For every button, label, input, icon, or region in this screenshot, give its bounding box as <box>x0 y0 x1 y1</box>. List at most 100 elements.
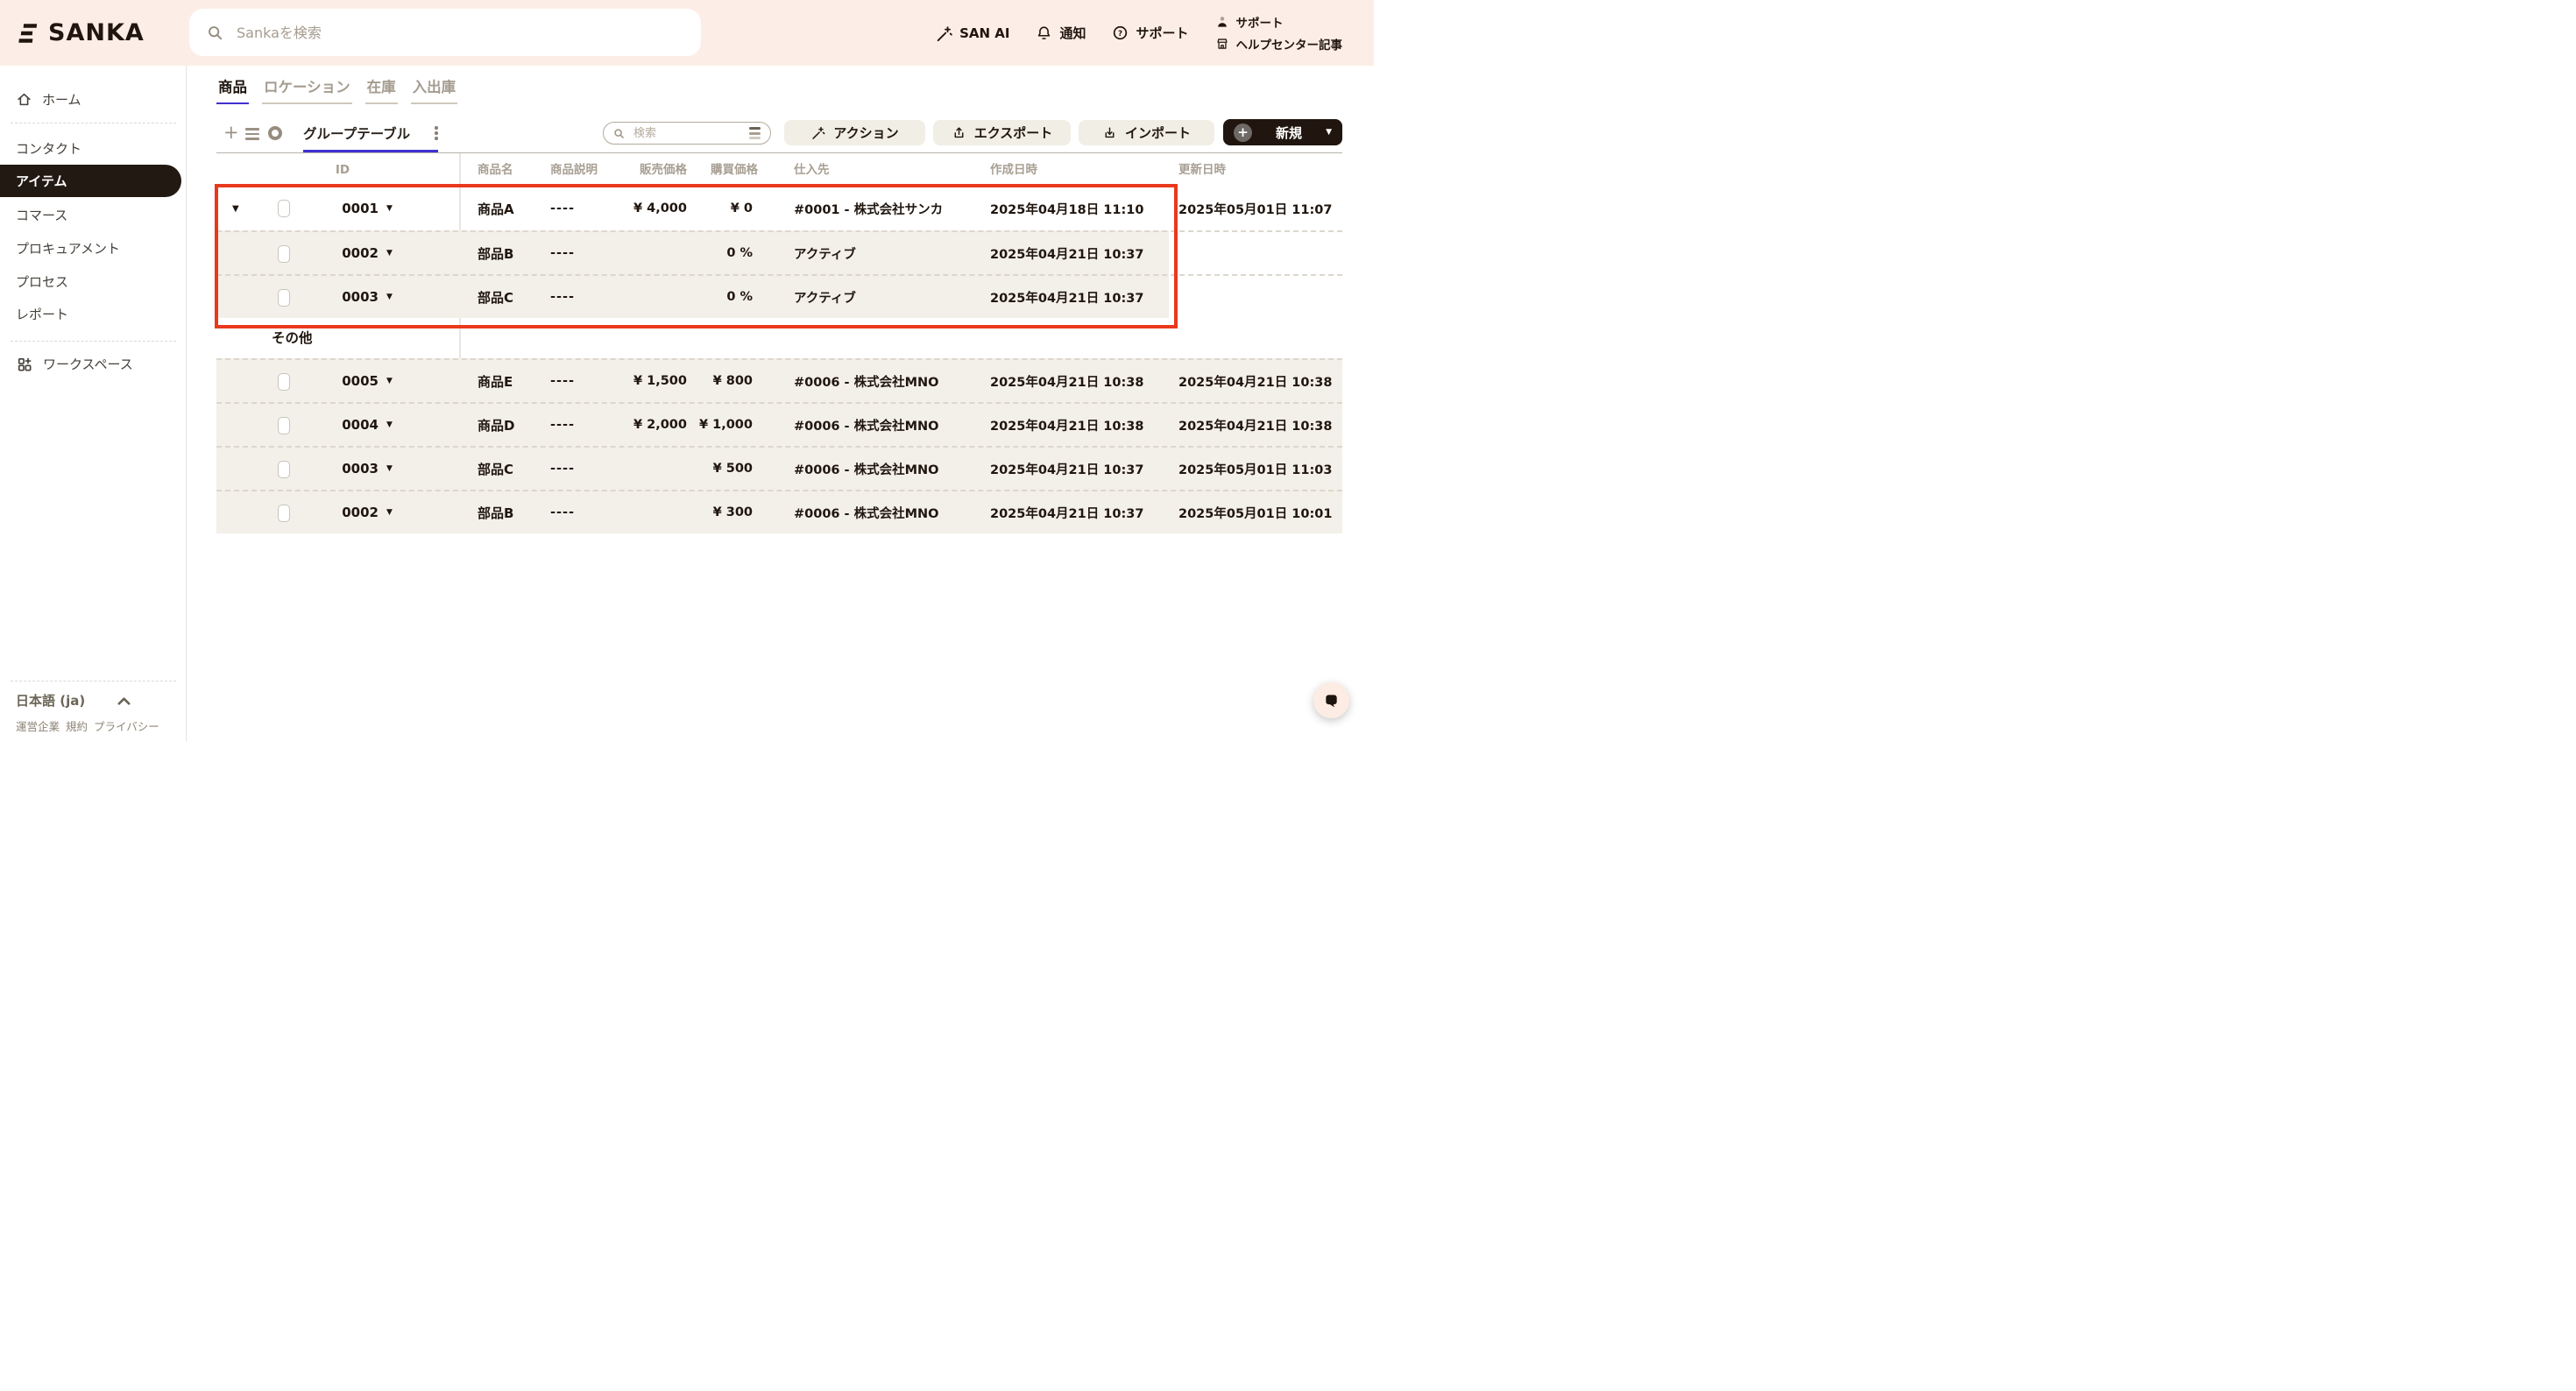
sidebar-item-reports[interactable]: レポート <box>0 298 181 330</box>
tab-inout[interactable]: 入出庫 <box>411 75 458 104</box>
tab-products[interactable]: 商品 <box>216 75 249 104</box>
row-desc: ---- <box>550 360 575 402</box>
row-checkbox[interactable] <box>278 461 290 478</box>
import-button[interactable]: インポート <box>1079 120 1214 145</box>
footer-link-terms[interactable]: 規約 <box>66 717 88 734</box>
header-created[interactable]: 作成日時 <box>990 153 1037 187</box>
table-row[interactable]: 0003 ▼ 部品C ---- ¥ 500 #0006 - 株式会社MNO 20… <box>216 446 1342 490</box>
support-button[interactable]: ? サポート <box>1112 24 1188 42</box>
row-name: 商品A <box>478 187 514 230</box>
storefront-icon <box>1215 37 1229 51</box>
row-id: 0004 <box>301 404 379 446</box>
row-updated: 2025年05月01日 11:07 <box>1178 187 1332 230</box>
sidebar-item-procurement[interactable]: プロキュアメント <box>0 232 181 265</box>
sidebar-item-commerce[interactable]: コマース <box>0 199 181 231</box>
header-updated[interactable]: 更新日時 <box>1178 153 1226 187</box>
footer-link-privacy[interactable]: プライバシー <box>94 717 159 734</box>
row-desc: ---- <box>550 276 575 318</box>
tab-locations[interactable]: ロケーション <box>262 75 352 104</box>
row-sale-price <box>599 491 687 533</box>
id-dropdown-caret-icon[interactable]: ▼ <box>386 404 393 446</box>
san-ai-button[interactable]: SAN AI <box>935 25 1009 42</box>
row-checkbox[interactable] <box>278 289 290 307</box>
sidebar-item-items-active[interactable]: アイテム <box>0 165 181 197</box>
row-name: 商品E <box>478 360 513 402</box>
topnav: SAN AI 通知 ? サポート <box>935 0 1342 66</box>
sidebar-item-process[interactable]: プロセス <box>0 265 181 298</box>
row-checkbox[interactable] <box>278 373 290 391</box>
help-center-link[interactable]: ヘルプセンター記事 <box>1215 35 1343 53</box>
actions-button[interactable]: アクション <box>784 120 925 145</box>
id-dropdown-caret-icon[interactable]: ▼ <box>386 491 393 533</box>
sidebar-item-contacts[interactable]: コンタクト <box>0 132 181 165</box>
global-search-input[interactable] <box>235 24 683 42</box>
help-center-label: ヘルプセンター記事 <box>1236 35 1343 53</box>
new-dropdown-caret-icon[interactable]: ▼ <box>1326 129 1332 137</box>
row-checkbox[interactable] <box>278 505 290 522</box>
id-dropdown-caret-icon[interactable]: ▼ <box>386 448 393 490</box>
header-buy-price[interactable]: 購買価格 <box>690 153 758 187</box>
view-options-kebab-icon[interactable] <box>433 124 440 142</box>
row-id: 0002 <box>301 232 379 274</box>
list-view-icon[interactable] <box>245 128 259 140</box>
active-view-tab[interactable]: グループテーブル <box>303 124 410 143</box>
row-checkbox[interactable] <box>278 200 290 217</box>
add-view-button[interactable]: + <box>223 122 239 143</box>
row-sale-price <box>599 448 687 490</box>
row-created: 2025年04月21日 10:37 <box>990 448 1143 490</box>
row-buy-price: 0 % <box>690 232 753 274</box>
table-row[interactable]: 0004 ▼ 商品D ---- ¥ 2,000 ¥ 1,000 #0006 - … <box>216 402 1342 446</box>
row-desc: ---- <box>550 404 575 446</box>
group-table: ID 商品名 商品説明 販売価格 購買価格 仕入先 作成日時 更新日時 ▼ 00… <box>216 152 1342 533</box>
notifications-button[interactable]: 通知 <box>1036 24 1086 42</box>
table-row[interactable]: 0003 ▼ 部品C ---- 0 % アクティブ 2025年04月21日 10… <box>216 274 1342 318</box>
sidebar-item-workspace[interactable]: ワークスペース <box>0 348 181 380</box>
row-buy-price: ¥ 800 <box>690 360 753 402</box>
row-checkbox[interactable] <box>278 245 290 263</box>
row-supplier: #0006 - 株式会社MNO <box>794 404 939 446</box>
row-buy-price: ¥ 500 <box>690 448 753 490</box>
footer-links: 運営企業 規約 プライバシー <box>16 717 159 734</box>
filter-icon[interactable] <box>749 127 761 139</box>
search-icon <box>207 25 223 41</box>
sanka-logo[interactable]: SANKA <box>14 0 145 66</box>
row-created: 2025年04月21日 10:37 <box>990 276 1143 318</box>
brand-name: SANKA <box>48 19 145 46</box>
table-row[interactable]: 0002 ▼ 部品B ---- ¥ 300 #0006 - 株式会社MNO 20… <box>216 490 1342 533</box>
header-desc[interactable]: 商品説明 <box>550 153 598 187</box>
id-dropdown-caret-icon[interactable]: ▼ <box>386 187 393 230</box>
chat-button[interactable] <box>1313 682 1349 718</box>
id-dropdown-caret-icon[interactable]: ▼ <box>386 276 393 318</box>
header-name[interactable]: 商品名 <box>478 153 513 187</box>
svg-text:?: ? <box>1118 30 1122 39</box>
group-label-other: その他 <box>272 325 313 351</box>
chevron-up-icon <box>117 696 131 706</box>
tab-inventory[interactable]: 在庫 <box>365 75 398 104</box>
help-support-link[interactable]: サポート <box>1215 13 1343 31</box>
row-name: 部品B <box>478 491 513 533</box>
sidebar-item-home[interactable]: ホーム <box>0 83 181 116</box>
row-updated: 2025年05月01日 11:03 <box>1178 448 1332 490</box>
header-id[interactable]: ID <box>304 153 381 187</box>
table-row[interactable]: 0005 ▼ 商品E ---- ¥ 1,500 ¥ 800 #0006 - 株式… <box>216 358 1342 402</box>
table-row[interactable]: 0002 ▼ 部品B ---- 0 % アクティブ 2025年04月21日 10… <box>216 230 1342 274</box>
footer-link-company[interactable]: 運営企業 <box>16 717 60 734</box>
header-sale-price[interactable]: 販売価格 <box>599 153 687 187</box>
global-search[interactable] <box>189 9 701 56</box>
id-dropdown-caret-icon[interactable]: ▼ <box>386 360 393 402</box>
table-row[interactable]: ▼ 0001 ▼ 商品A ---- ¥ 4,000 ¥ 0 #0001 - 株式… <box>216 187 1342 230</box>
export-button[interactable]: エクスポート <box>933 120 1071 145</box>
circle-view-icon[interactable] <box>268 126 282 140</box>
new-button[interactable]: + 新規 ▼ <box>1223 119 1342 145</box>
header-supplier[interactable]: 仕入先 <box>794 153 830 187</box>
row-expand-caret-icon[interactable]: ▼ <box>232 187 239 230</box>
row-created: 2025年04月18日 11:10 <box>990 187 1143 230</box>
id-dropdown-caret-icon[interactable]: ▼ <box>386 232 393 274</box>
main-content: 商品 ロケーション 在庫 入出庫 + グループテーブル アクション <box>187 66 1374 742</box>
table-search-input[interactable] <box>632 126 742 141</box>
row-created: 2025年04月21日 10:38 <box>990 404 1143 446</box>
row-buy-price: ¥ 0 <box>690 187 753 230</box>
language-selector[interactable]: 日本語 (ja) <box>16 691 131 710</box>
row-checkbox[interactable] <box>278 417 290 434</box>
table-search[interactable] <box>603 122 771 145</box>
